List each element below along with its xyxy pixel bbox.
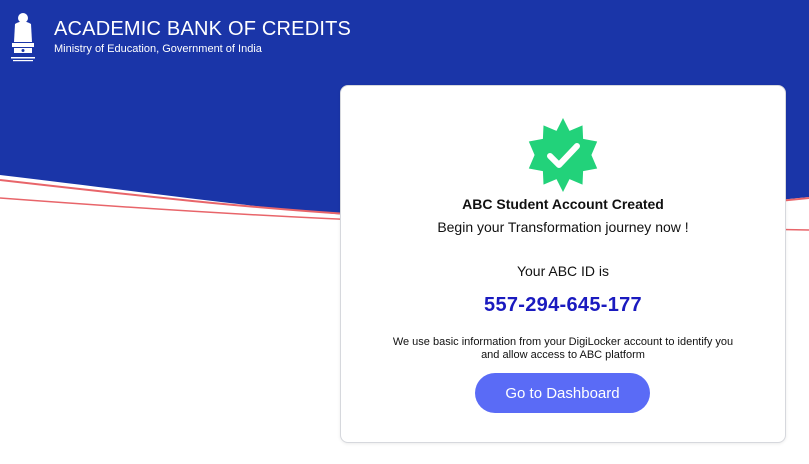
abc-id-label: Your ABC ID is <box>516 263 610 279</box>
success-subtitle: Begin your Transformation journey now ! <box>437 219 689 235</box>
site-subtitle: Ministry of Education, Government of Ind… <box>54 43 262 55</box>
go-to-dashboard-button[interactable]: Go to Dashboard <box>475 373 650 413</box>
success-card: ABC Student Account Created Begin your T… <box>340 85 786 443</box>
site-title: ACADEMIC BANK OF CREDITS <box>54 18 352 40</box>
abc-id-value: 557-294-645-177 <box>484 294 642 316</box>
brand-block: ACADEMIC BANK OF CREDITS Ministry of Edu… <box>8 12 351 68</box>
verified-check-badge-icon <box>528 118 598 192</box>
digilocker-info-text: We use basic information from your DigiL… <box>392 336 734 361</box>
national-emblem-icon <box>11 13 35 62</box>
success-title: ABC Student Account Created <box>462 196 664 212</box>
